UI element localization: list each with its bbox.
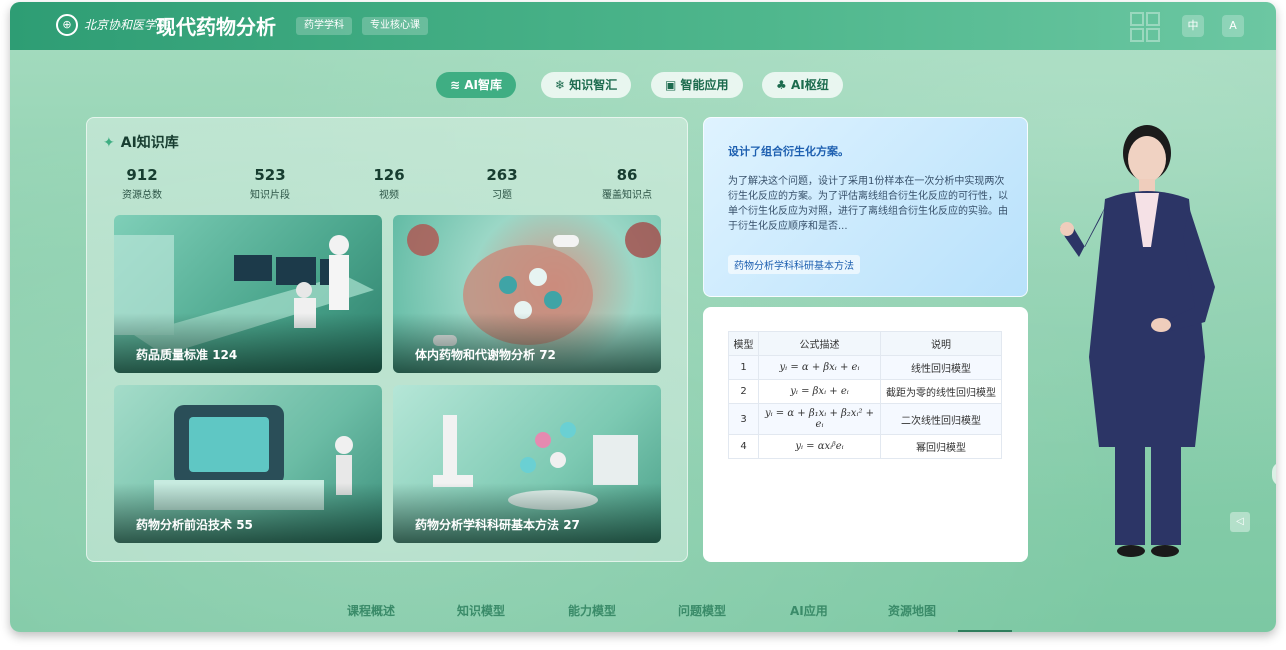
cell-id: 1	[728, 355, 759, 380]
card-count: 124	[212, 348, 238, 362]
knowledge-base-panel: ✦ AI知识库 912 资源总数 523 知识片段 126 视频 263 习题 8…	[86, 117, 688, 562]
insight-title: 设计了组合衍生化方案。	[728, 145, 849, 158]
stat-value: 86	[616, 166, 638, 184]
tab-label: 知识智汇	[569, 78, 618, 92]
stat-label: 资源总数	[122, 190, 162, 201]
cell-formula: yᵢ = α + βxᵢ + eᵢ	[758, 355, 881, 380]
card-frontier-technology[interactable]: 药物分析前沿技术 55	[114, 385, 382, 543]
cell-formula: yᵢ = α + β₁xᵢ + β₂xᵢ² + eᵢ	[758, 403, 881, 435]
user-icon[interactable]: A	[1222, 15, 1244, 37]
column-header: 公式描述	[758, 331, 881, 356]
card-count: 72	[539, 348, 556, 362]
card-caption: 体内药物和代谢物分析 72	[415, 346, 556, 363]
card-research-methods[interactable]: 药物分析学科科研基本方法 27	[393, 385, 661, 543]
table-row: 1 yᵢ = α + βxᵢ + eᵢ 线性回归模型	[728, 355, 1002, 380]
panel-title-text: AI知识库	[120, 135, 179, 151]
language-button[interactable]: 中	[1182, 15, 1204, 37]
stat-label: 习题	[492, 190, 512, 201]
stat-value: 263	[486, 166, 518, 184]
bottom-nav-knowledge-model[interactable]: 知识模型	[457, 602, 505, 619]
stat-value: 912	[126, 166, 158, 184]
course-title: 现代药物分析	[156, 15, 276, 39]
regression-table: 模型 公式描述 说明 1 yᵢ = α + βxᵢ + eᵢ 线性回归模型 2 …	[728, 331, 1002, 459]
card-shade	[114, 313, 382, 373]
card-caption: 药物分析前沿技术 55	[136, 516, 253, 533]
stat-videos: 126 视频	[339, 166, 439, 201]
card-label: 药物分析学科科研基本方法	[415, 518, 560, 532]
cell-desc: 幂回归模型	[880, 434, 1002, 459]
tab-label: 智能应用	[680, 78, 729, 92]
cell-formula: yᵢ = βxᵢ + eᵢ	[758, 379, 881, 404]
bottom-nav-ai-application[interactable]: AI应用	[790, 602, 828, 619]
stat-label: 知识片段	[250, 190, 290, 201]
bottom-nav-ability-model[interactable]: 能力模型	[568, 602, 616, 619]
cell-id: 3	[728, 403, 759, 435]
tab-label: AI枢纽	[790, 78, 829, 92]
cell-id: 4	[728, 434, 759, 459]
cell-desc: 线性回归模型	[880, 355, 1002, 380]
stat-total-resources: 912 资源总数	[92, 166, 192, 201]
card-label: 体内药物和代谢物分析	[415, 348, 536, 362]
card-label: 药物分析前沿技术	[136, 518, 233, 532]
tag-discipline: 药学学科	[296, 17, 352, 35]
table-row: 3 yᵢ = α + β₁xᵢ + β₂xᵢ² + eᵢ 二次线性回归模型	[728, 403, 1002, 435]
sparkle-icon: ✦	[103, 135, 115, 151]
table-row: 4 yᵢ = αxᵢᵝeᵢ 幂回归模型	[728, 434, 1002, 459]
tab-ai-hub[interactable]: ♣ AI枢纽	[762, 72, 843, 98]
regression-table-card: 模型 公式描述 说明 1 yᵢ = α + βxᵢ + eᵢ 线性回归模型 2 …	[703, 307, 1028, 562]
bottom-nav-resource-map[interactable]: 资源地图	[888, 602, 936, 619]
card-count: 55	[236, 518, 253, 532]
grid-icon[interactable]	[1130, 12, 1160, 42]
insight-card[interactable]: 设计了组合衍生化方案。 为了解决这个问题，设计了采用1份样本在一次分析中实现两次…	[703, 117, 1028, 297]
side-collapse-handle[interactable]	[1272, 462, 1276, 486]
card-shade	[114, 483, 382, 543]
card-label: 药品质量标准	[136, 348, 209, 362]
cell-desc: 二次线性回归模型	[880, 403, 1002, 435]
ai-icon: ▣	[665, 78, 681, 92]
cell-id: 2	[728, 379, 759, 404]
card-drug-quality-standards[interactable]: 药品质量标准 124	[114, 215, 382, 373]
stat-value: 523	[254, 166, 286, 184]
card-shade	[393, 313, 661, 373]
stat-label: 覆盖知识点	[602, 190, 652, 201]
column-header: 模型	[728, 331, 759, 356]
layers-icon: ≋	[450, 78, 465, 92]
presenter-avatar	[1060, 125, 1215, 557]
tab-label: AI智库	[464, 78, 502, 92]
tab-ai-library[interactable]: ≋ AI智库	[436, 72, 516, 98]
cell-formula: yᵢ = αxᵢᵝeᵢ	[758, 434, 881, 459]
stat-label: 视频	[379, 190, 399, 201]
stat-knowledge-fragments: 523 知识片段	[220, 166, 320, 201]
school-logo-icon: ⊕	[56, 14, 78, 36]
stat-knowledge-points: 86 覆盖知识点	[577, 166, 677, 201]
stat-exercises: 263 习题	[452, 166, 552, 201]
card-caption: 药品质量标准 124	[136, 346, 237, 363]
tag-core-course: 专业核心课	[362, 17, 428, 35]
cell-desc: 截距为零的线性回归模型	[880, 379, 1002, 404]
card-in-vivo-analysis[interactable]: 体内药物和代谢物分析 72	[393, 215, 661, 373]
speaker-icon[interactable]: ◁	[1230, 512, 1250, 532]
table-row: 2 yᵢ = βxᵢ + eᵢ 截距为零的线性回归模型	[728, 379, 1002, 404]
tab-knowledge-hub[interactable]: ❄ 知识智汇	[541, 72, 632, 98]
column-header: 说明	[880, 331, 1002, 356]
card-caption: 药物分析学科科研基本方法 27	[415, 516, 580, 533]
bottom-nav-problem-model[interactable]: 问题模型	[678, 602, 726, 619]
hub-icon: ♣	[776, 78, 791, 92]
card-count: 27	[563, 518, 580, 532]
tab-smart-apps[interactable]: ▣ 智能应用	[651, 72, 743, 98]
top-header: ⊕ 北京协和医学院 现代药物分析 药学学科 专业核心课 中 A	[10, 2, 1276, 50]
panel-title: ✦ AI知识库	[103, 132, 179, 152]
stat-value: 126	[373, 166, 405, 184]
app-frame: ⊕ 北京协和医学院 现代药物分析 药学学科 专业核心课 中 A ≋ AI智库 ❄…	[10, 2, 1276, 632]
insight-source-link[interactable]: 药物分析学科科研基本方法	[728, 255, 860, 274]
card-shade	[393, 483, 661, 543]
sparkle-icon: ❄	[555, 78, 570, 92]
insight-body: 为了解决这个问题，设计了采用1份样本在一次分析中实现两次衍生化反应的方案。为了评…	[728, 176, 1008, 232]
bottom-nav-overview[interactable]: 课程概述	[347, 602, 395, 619]
bottom-nav-indicator	[958, 630, 1012, 632]
